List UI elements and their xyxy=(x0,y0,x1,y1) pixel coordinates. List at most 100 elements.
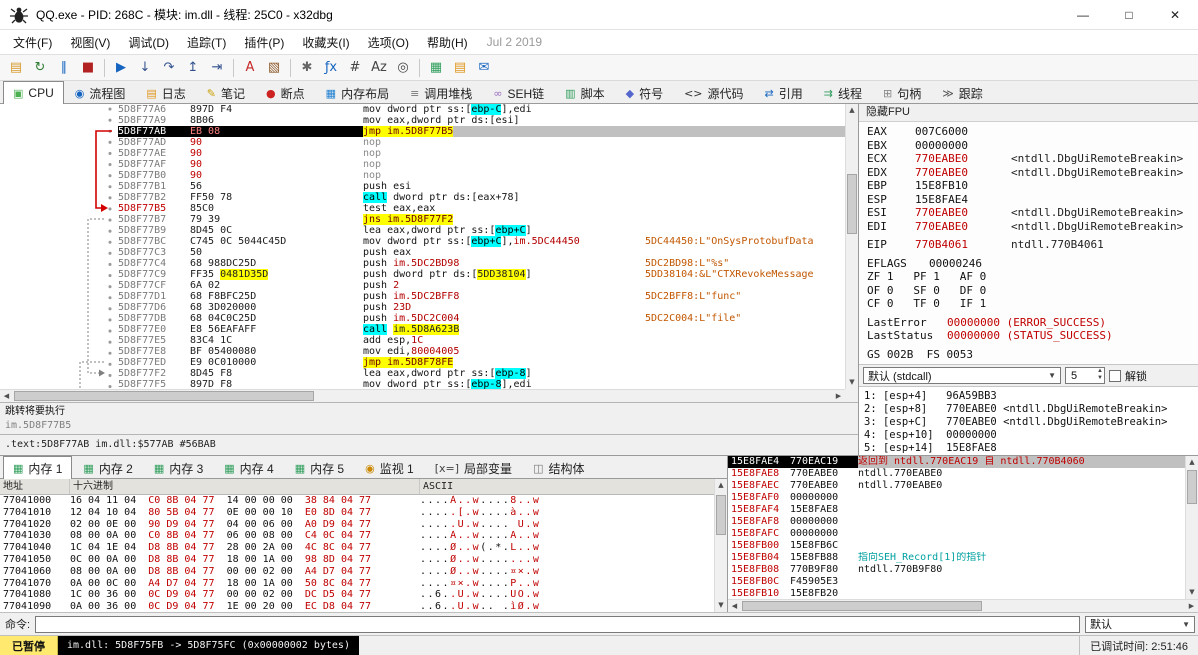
tab-脚本[interactable]: ▥ 脚本 xyxy=(555,82,614,103)
disasm-row[interactable]: 5D8F77B9 8D45 0C lea eax,dword ptr ss:[ebp… xyxy=(0,225,845,236)
disasm-row[interactable]: 5D8F77AF 90 nop xyxy=(0,159,845,170)
register-line[interactable]: EAX 007C6000 xyxy=(867,125,1198,139)
tab-线程[interactable]: ⇉ 线程 xyxy=(814,82,872,103)
tab-CPU[interactable]: ▣ CPU xyxy=(3,81,64,104)
scroll-up-icon[interactable]: ▲ xyxy=(846,104,858,117)
scroll-down-icon[interactable]: ▼ xyxy=(1186,586,1198,599)
argument-count-stepper[interactable]: 5 ▲ ▼ xyxy=(1065,367,1105,384)
maximize-button[interactable]: □ xyxy=(1106,0,1152,30)
command-input[interactable] xyxy=(35,615,1080,633)
register-line[interactable]: ESI 770EABE0 <ntdll.DbgUiRemoteBreakin> xyxy=(867,206,1198,220)
tab-引用[interactable]: ⇄ 引用 xyxy=(755,82,813,103)
disasm-row[interactable]: 5D8F77B2 FF50 78 call dword ptr ds:[eax+78… xyxy=(0,192,845,203)
hide-fpu-button[interactable]: 隐藏FPU xyxy=(859,104,1198,122)
register-line[interactable]: EIP 770B4061 ntdll.770B4061 xyxy=(867,238,1198,252)
calculator-icon[interactable]: # xyxy=(343,57,367,79)
disasm-row[interactable]: 5D8F77D6 68 3D020000 push 23D xyxy=(0,302,845,313)
minimize-button[interactable]: — xyxy=(1060,0,1106,30)
memory-row[interactable]: 77041010 12 04 10 04 80 5B 04 77 0E 00 00… xyxy=(0,507,714,519)
disasm-row[interactable]: 5D8F77F2 8D45 F8 lea eax,dword ptr ss:[ebp… xyxy=(0,368,845,379)
tab-句柄[interactable]: ⊞ 句柄 xyxy=(873,82,931,103)
menu-item[interactable]: 选项(O) xyxy=(359,31,418,54)
register-line[interactable]: EDX 770EABE0 <ntdll.DbgUiRemoteBreakin> xyxy=(867,166,1198,180)
stack-row[interactable]: 15E8FAF0 00000000 xyxy=(728,492,1185,504)
scroll-left-icon[interactable]: ◀ xyxy=(728,600,741,612)
menu-item[interactable]: 追踪(T) xyxy=(178,31,235,54)
register-line[interactable]: LastError 00000000 (ERROR_SUCCESS) xyxy=(867,316,1198,330)
scroll-down-icon[interactable]: ▼ xyxy=(715,599,727,612)
stack-row[interactable]: 15E8FAF8 00000000 xyxy=(728,516,1185,528)
argument-row[interactable]: 2: [esp+8] 770EABE0 <ntdll.DbgUiRemoteBr… xyxy=(864,403,1198,416)
register-line[interactable]: EBX 00000000 xyxy=(867,139,1198,153)
tab-结构体[interactable]: ◫ 结构体 xyxy=(523,457,594,478)
disasm-row[interactable]: 5D8F77B7 79 39 jns im.5D8F77F2 xyxy=(0,214,845,225)
disasm-row[interactable]: 5D8F77CF 6A 02 push 2 xyxy=(0,280,845,291)
argument-row[interactable]: 4: [esp+10] 00000000 xyxy=(864,429,1198,442)
scrollbar-thumb[interactable] xyxy=(716,495,726,535)
register-line[interactable]: ECX 770EABE0 <ntdll.DbgUiRemoteBreakin> xyxy=(867,152,1198,166)
stack-hscrollbar[interactable]: ◀ ▶ xyxy=(728,599,1198,612)
scroll-up-icon[interactable]: ▲ xyxy=(1186,456,1198,469)
stack-row[interactable]: 15E8FB00 15E8FB6C xyxy=(728,540,1185,552)
tab-断点[interactable]: ● 断点 xyxy=(256,82,315,103)
scroll-right-icon[interactable]: ▶ xyxy=(832,390,845,402)
register-line[interactable]: CF 0 TF 0 IF 1 xyxy=(867,297,1198,311)
memory-row[interactable]: 77041090 0A 00 36 00 0C D9 04 77 1E 00 20… xyxy=(0,601,714,612)
scrollbar-thumb[interactable] xyxy=(14,391,314,401)
register-list[interactable]: EAX 007C6000 EBX 00000000 ECX 770EABE0 <ntdll.… xyxy=(859,122,1198,364)
memory-row[interactable]: 77041060 08 00 0A 00 D8 8B 04 77 00 00 02… xyxy=(0,566,714,578)
stepper-arrows-icon[interactable]: ▲ ▼ xyxy=(1097,368,1103,382)
stack-row[interactable]: 15E8FB0C F45905E3 xyxy=(728,576,1185,588)
log-tool-icon[interactable]: ▤ xyxy=(448,57,472,79)
disasm-row[interactable]: 5D8F77AD 90 nop xyxy=(0,137,845,148)
scroll-up-icon[interactable]: ▲ xyxy=(715,479,727,492)
fx-icon[interactable]: ƒx xyxy=(319,57,343,79)
disasm-row[interactable]: 5D8F77AE 90 nop xyxy=(0,148,845,159)
stack-row[interactable]: 15E8FAF4 15E8FAE8 xyxy=(728,504,1185,516)
open-file-icon[interactable]: ▤ xyxy=(4,57,28,79)
disasm-row[interactable]: 5D8F77E8 BF 05400080 mov edi,80004005 xyxy=(0,346,845,357)
register-line[interactable]: ZF 1 PF 1 AF 0 xyxy=(867,270,1198,284)
menu-item[interactable]: 调试(D) xyxy=(119,31,178,54)
stop-icon[interactable]: ■ xyxy=(76,57,100,79)
preferences-icon[interactable]: ✱ xyxy=(295,57,319,79)
menu-item[interactable]: 视图(V) xyxy=(61,31,119,54)
assemble-icon[interactable]: A xyxy=(238,57,262,79)
stack-row[interactable]: 15E8FB10 15E8FB20 xyxy=(728,588,1185,599)
run-to-user-code-icon[interactable]: ⇥ xyxy=(205,57,229,79)
scrollbar-thumb[interactable] xyxy=(847,174,857,234)
stack-view[interactable]: 15E8FAE4 770EAC19 返回到 ntdll.770EAC19 自 ntd… xyxy=(728,456,1185,599)
disasm-row[interactable]: 5D8F77B5 85C0 test eax,eax xyxy=(0,203,845,214)
memory-row[interactable]: 77041080 1C 00 36 00 0C D9 04 77 00 00 02… xyxy=(0,589,714,601)
close-button[interactable]: ✕ xyxy=(1152,0,1198,30)
menu-item[interactable]: 文件(F) xyxy=(4,31,61,54)
register-line[interactable]: ESP 15E8FAE4 xyxy=(867,193,1198,207)
step-over-icon[interactable]: ↷ xyxy=(157,57,181,79)
menu-item[interactable]: 帮助(H) xyxy=(418,31,477,54)
memory-row[interactable]: 77041000 16 04 11 04 C0 8B 04 77 14 00 00… xyxy=(0,495,714,507)
disasm-row[interactable]: 5D8F77A9 8B06 mov eax,dword ptr ds:[esi] xyxy=(0,115,845,126)
disasm-row[interactable]: 5D8F77AB EB 08 jmp im.5D8F77B5 xyxy=(0,126,845,137)
disasm-row[interactable]: 5D8F77E5 83C4 1C add esp,1C xyxy=(0,335,845,346)
az-icon[interactable]: Az xyxy=(367,57,391,79)
disasm-row[interactable]: 5D8F77C4 68 988DC25D push im.5DC2BD98 5DC2B… xyxy=(0,258,845,269)
disasm-row[interactable]: 5D8F77B0 90 nop xyxy=(0,170,845,181)
calling-convention-select[interactable]: 默认 (stdcall) ▼ xyxy=(863,367,1061,384)
disasm-row[interactable]: 5D8F77ED E9 0C010000 jmp im.5D8F78FE xyxy=(0,357,845,368)
tab-源代码[interactable]: <> 源代码 xyxy=(674,82,753,103)
menu-item[interactable]: 插件(P) xyxy=(235,31,293,54)
tab-内存 5[interactable]: ▦ 内存 5 xyxy=(285,457,354,478)
step-into-icon[interactable]: ↓ xyxy=(133,57,157,79)
tab-内存 4[interactable]: ▦ 内存 4 xyxy=(214,457,283,478)
tab-符号[interactable]: ◆ 符号 xyxy=(616,82,673,103)
tab-流程图[interactable]: ◉ 流程图 xyxy=(65,82,136,103)
disassembly-scrollbar[interactable]: ▲ ▼ xyxy=(845,104,858,389)
tab-调用堆栈[interactable]: ≡ 调用堆栈 xyxy=(400,82,482,103)
find-icon[interactable]: ◎ xyxy=(391,57,415,79)
memory-row[interactable]: 77041070 0A 00 0C 00 A4 D7 04 77 18 00 1A… xyxy=(0,578,714,590)
step-out-icon[interactable]: ↥ xyxy=(181,57,205,79)
disasm-row[interactable]: 5D8F77A6 897D F4 mov dword ptr ss:[ebp-C],… xyxy=(0,104,845,115)
patches-icon[interactable]: ▧ xyxy=(262,57,286,79)
memory-dump-rows[interactable]: 77041000 16 04 11 04 C0 8B 04 77 14 00 00… xyxy=(0,495,714,612)
tab-日志[interactable]: ▤ 日志 xyxy=(136,82,195,103)
